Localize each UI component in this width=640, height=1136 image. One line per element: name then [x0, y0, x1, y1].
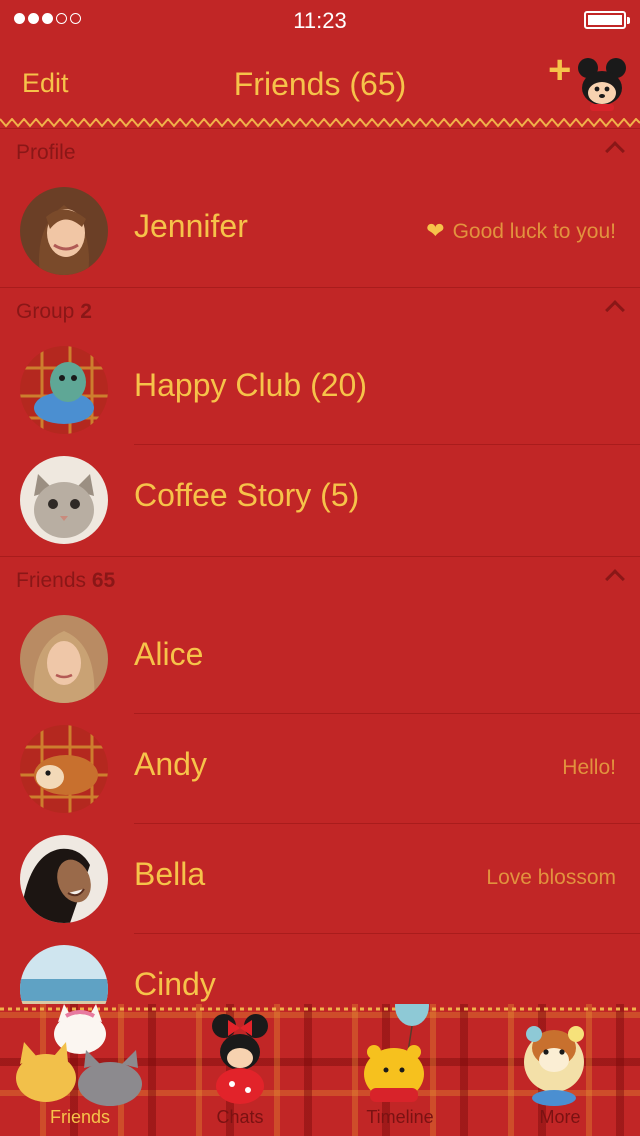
section-header-group[interactable]: Group 2 [0, 287, 640, 336]
tab-chats[interactable]: Chats [160, 1004, 320, 1136]
tab-label: More [539, 1107, 581, 1127]
section-label: Friends 65 [16, 569, 116, 592]
avatar [20, 187, 108, 275]
avatar [20, 615, 108, 703]
friend-name: Alice [134, 636, 204, 672]
tab-label: Friends [49, 1107, 111, 1127]
section-label: Group 2 [16, 300, 92, 323]
mickey-sticker-icon[interactable] [574, 56, 630, 112]
list-item[interactable]: Bella Love blossom [0, 824, 640, 934]
cat-avatar [20, 456, 108, 544]
chevron-up-icon[interactable] [605, 569, 625, 589]
page-title: Friends (65) [233, 66, 407, 102]
heart-icon: ❤ [426, 218, 445, 243]
add-friend-button[interactable]: + [548, 48, 571, 93]
list-item[interactable]: Happy Club (20) [0, 335, 640, 445]
tab-more[interactable]: More [480, 1004, 640, 1136]
tab-timeline[interactable]: Timeline [320, 1004, 480, 1136]
battery-icon [584, 11, 630, 29]
section-label: Profile [16, 141, 76, 164]
chevron-up-icon[interactable] [605, 141, 625, 161]
zigzag-divider [0, 118, 640, 128]
profile-status-message: ❤ Good luck to you! [426, 218, 616, 243]
chip-chipmunk-sticker-icon [524, 1026, 584, 1106]
chevron-up-icon[interactable] [605, 300, 625, 320]
cats-sticker-icon [16, 1004, 142, 1106]
friend-name: Andy [134, 746, 207, 782]
friend-name: Bella [134, 856, 206, 892]
group-name: Happy Club (20) [134, 367, 367, 403]
minnie-sticker-icon [212, 1014, 268, 1104]
section-header-profile[interactable]: Profile [0, 128, 640, 177]
profile-row[interactable]: Jennifer ❤ Good luck to you! [0, 176, 640, 286]
status-time: 11:23 [293, 8, 347, 33]
list-item[interactable]: Alice [0, 604, 640, 714]
pooh-balloon-sticker-icon [364, 1004, 429, 1102]
group-name: Coffee Story (5) [134, 477, 360, 513]
chipmunk-sticker-avatar [20, 725, 108, 813]
profile-name: Jennifer [134, 208, 248, 244]
friend-status-message: Hello! [562, 756, 616, 779]
list-item[interactable]: Coffee Story (5) [0, 445, 640, 555]
tab-bar: Friends Chats Timeline More [0, 1004, 640, 1136]
friend-name: Cindy [134, 966, 216, 1002]
tab-label: Timeline [366, 1107, 434, 1127]
tab-label: Chats [216, 1107, 264, 1127]
list-item[interactable]: Andy Hello! [0, 714, 640, 824]
stitch-sticker-avatar [20, 346, 108, 434]
friend-status-message: Love blossom [486, 866, 616, 889]
avatar [20, 835, 108, 923]
section-header-friends[interactable]: Friends 65 [0, 556, 640, 605]
status-bar: 11:23 [0, 0, 640, 40]
nav-bar: Edit Friends (65) + [0, 40, 640, 128]
tab-friends[interactable]: Friends [0, 1004, 160, 1136]
